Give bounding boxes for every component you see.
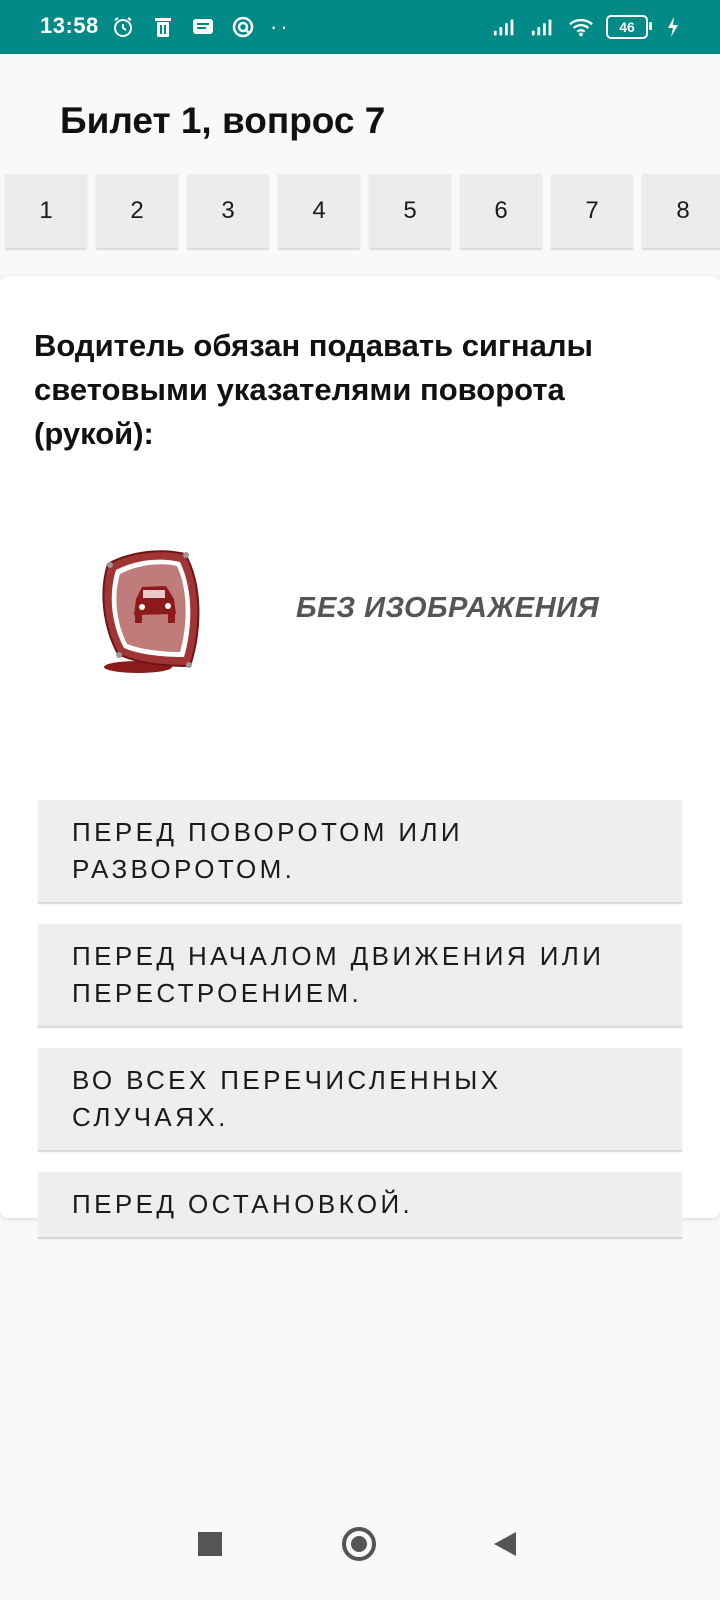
recent-apps-button[interactable] [198, 1532, 222, 1556]
question-card: Водитель обязан подавать сигналы световы… [0, 276, 720, 1237]
page-title: Билет 1, вопрос 7 [60, 100, 386, 141]
wifi-icon [568, 14, 594, 40]
more-notifications: ·· [270, 14, 291, 39]
status-time: 13:58 [40, 13, 99, 38]
tab-question-2[interactable]: 2 [96, 174, 178, 248]
tab-question-8[interactable]: 8 [642, 174, 720, 248]
status-bar: 13:58 ·· 46 [0, 0, 720, 54]
tab-question-6[interactable]: 6 [460, 174, 542, 248]
tab-question-5[interactable]: 5 [369, 174, 451, 248]
home-button[interactable] [342, 1527, 376, 1561]
status-icons-right: 46 [492, 14, 686, 40]
back-button[interactable] [494, 1532, 516, 1556]
tab-question-4[interactable]: 4 [278, 174, 360, 248]
vpn-icon [230, 14, 256, 40]
system-nav-bar [0, 1506, 720, 1600]
tab-question-1[interactable]: 1 [5, 174, 87, 248]
answer-option-3[interactable]: ВО ВСЕХ ПЕРЕЧИСЛЕННЫХ СЛУЧАЯХ. [38, 1048, 682, 1150]
charging-icon [660, 14, 686, 40]
signal-icon [530, 14, 556, 40]
answer-option-1[interactable]: ПЕРЕД ПОВОРОТОМ ИЛИ РАЗВОРОТОМ. [38, 800, 682, 902]
battery-icon: 46 [606, 15, 652, 39]
status-icons-left: ·· [110, 14, 291, 40]
shield-car-logo-icon [102, 550, 200, 673]
answer-option-4[interactable]: ПЕРЕД ОСТАНОВКОЙ. [38, 1172, 682, 1237]
tab-question-3[interactable]: 3 [187, 174, 269, 248]
question-text: Водитель обязан подавать сигналы световы… [34, 328, 594, 451]
trash-icon [150, 14, 176, 40]
no-image-placeholder: БЕЗ ИЗОБРАЖЕНИЯ [90, 544, 650, 684]
tab-question-7[interactable]: 7 [551, 174, 633, 248]
answers-list: ПЕРЕД ПОВОРОТОМ ИЛИ РАЗВОРОТОМ. ПЕРЕД НА… [38, 800, 682, 1259]
no-image-label: БЕЗ ИЗОБРАЖЕНИЯ [296, 592, 600, 624]
answer-option-2[interactable]: ПЕРЕД НАЧАЛОМ ДВИЖЕНИЯ ИЛИ ПЕРЕСТРОЕНИЕМ… [38, 924, 682, 1026]
question-tabs: 1 2 3 4 5 6 7 8 [5, 174, 720, 248]
message-icon [190, 14, 216, 40]
signal-icon [492, 14, 518, 40]
alarm-icon [110, 14, 136, 40]
